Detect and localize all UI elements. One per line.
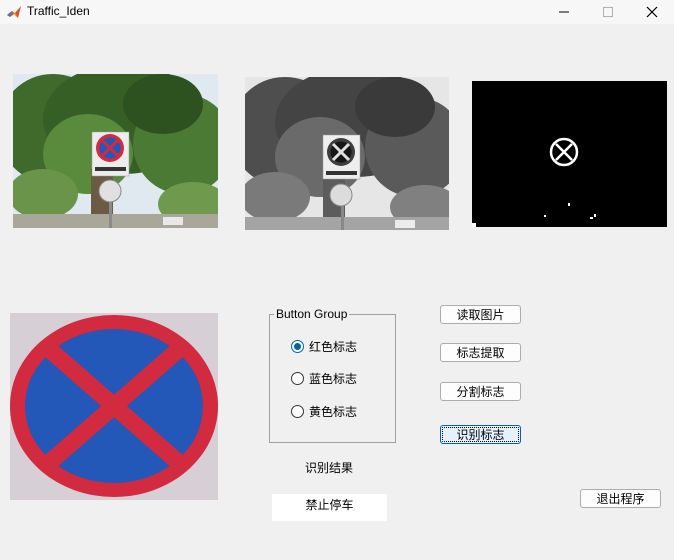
radio-indicator[interactable] <box>291 405 304 418</box>
radio-indicator[interactable] <box>291 372 304 385</box>
close-button[interactable] <box>630 0 674 24</box>
title-bar: Traffic_Iden <box>0 0 674 24</box>
minimize-button[interactable] <box>542 0 586 24</box>
extracted-sign <box>10 313 218 500</box>
maximize-button[interactable] <box>586 0 630 24</box>
binary-image-axes <box>472 81 667 227</box>
read-image-button[interactable]: 读取图片 <box>440 305 521 324</box>
original-image-axes <box>13 74 218 228</box>
identify-sign-button[interactable]: 识别标志 <box>440 425 521 444</box>
radio-red-sign[interactable]: 红色标志 <box>291 338 357 355</box>
result-value: 禁止停车 <box>305 498 354 512</box>
exit-program-button[interactable]: 退出程序 <box>580 489 661 508</box>
maximize-icon <box>603 7 613 17</box>
grayscale-photo <box>245 77 449 230</box>
radio-label: 黄色标志 <box>309 405 358 419</box>
grayscale-image-axes <box>245 77 449 230</box>
segment-sign-button[interactable]: 分割标志 <box>440 382 521 401</box>
radio-yellow-sign[interactable]: 黄色标志 <box>291 403 357 420</box>
radio-indicator[interactable] <box>291 340 304 353</box>
result-value-box: 禁止停车 <box>272 494 387 521</box>
binary-mask <box>472 81 667 227</box>
close-icon <box>646 6 658 18</box>
window-title: Traffic_Iden <box>27 4 90 18</box>
original-photo <box>13 74 218 228</box>
radio-blue-sign[interactable]: 蓝色标志 <box>291 370 357 387</box>
extract-sign-button[interactable]: 标志提取 <box>440 343 521 362</box>
minimize-icon <box>559 11 569 13</box>
result-label: 识别结果 <box>305 461 354 475</box>
matlab-icon <box>6 4 22 20</box>
radio-label: 红色标志 <box>309 340 358 354</box>
button-group-title: Button Group <box>274 307 350 321</box>
extracted-sign-axes <box>10 313 218 500</box>
radio-label: 蓝色标志 <box>309 372 358 386</box>
